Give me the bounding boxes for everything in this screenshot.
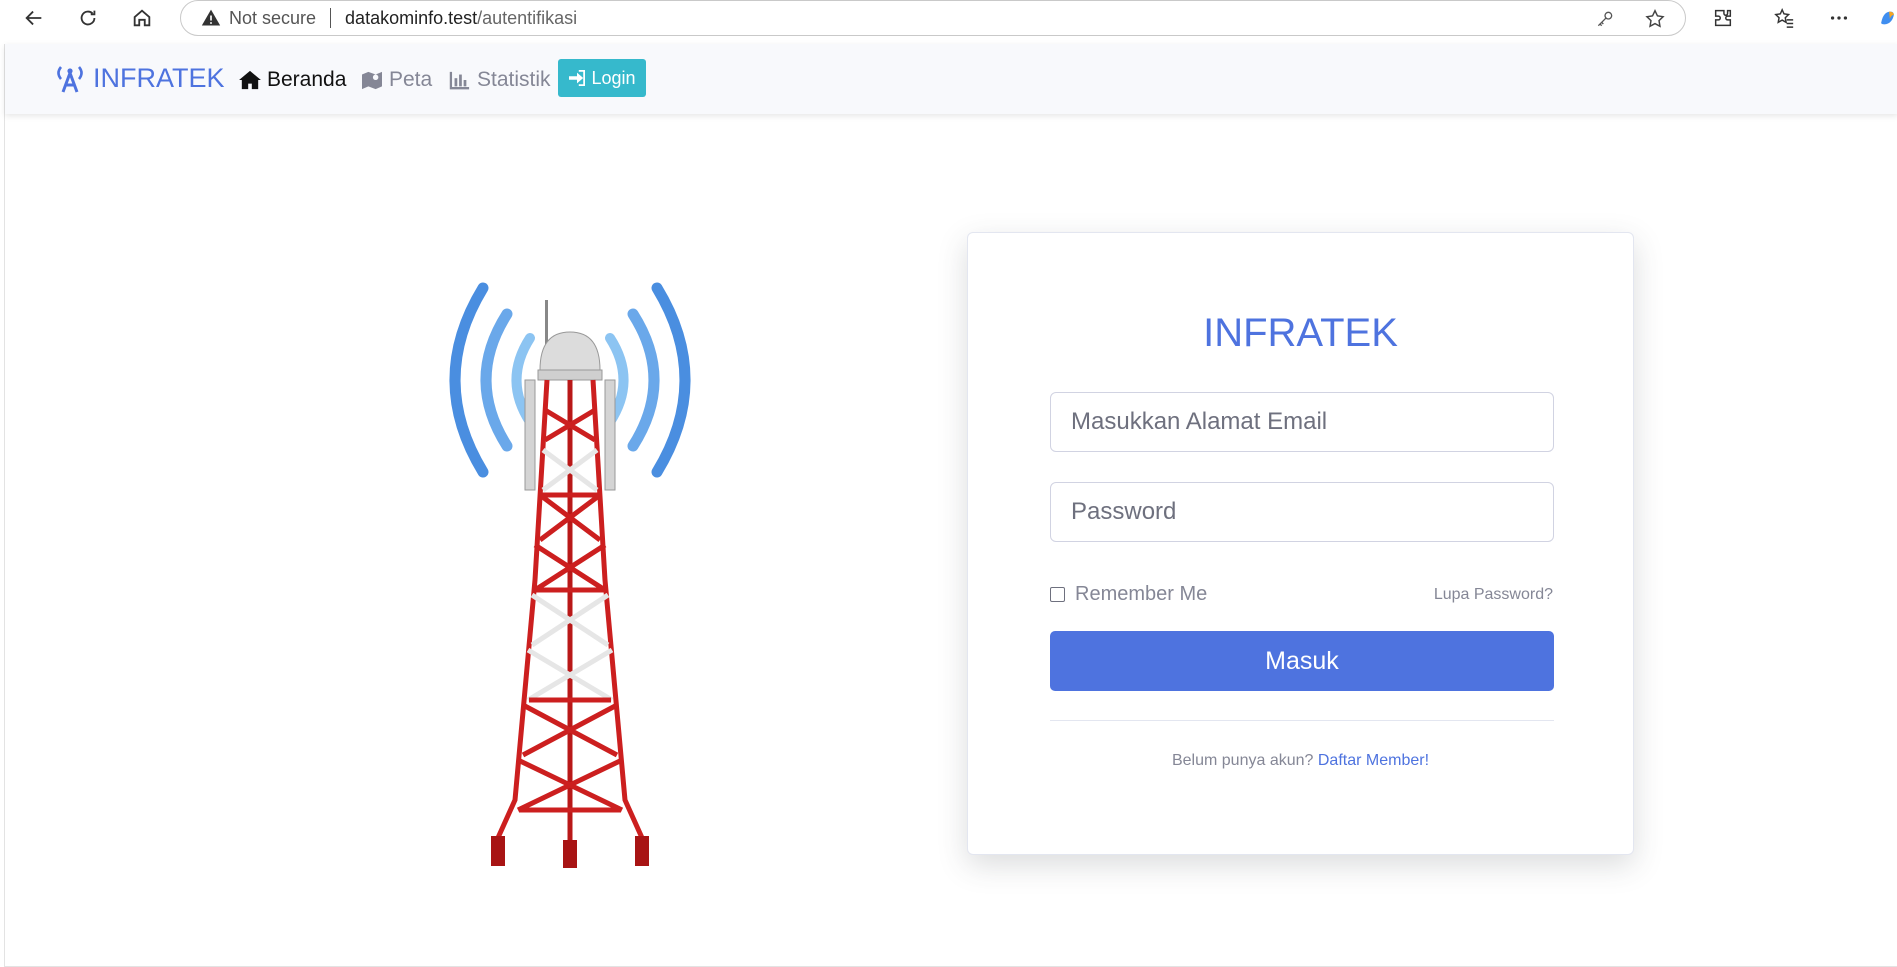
brand-name: INFRATEK: [93, 62, 225, 93]
nav-item-beranda[interactable]: Beranda: [239, 64, 346, 96]
register-link[interactable]: Daftar Member!: [1318, 752, 1429, 769]
forgot-password-link[interactable]: Lupa Password?: [1434, 586, 1553, 604]
submit-button[interactable]: Masuk: [1050, 631, 1554, 691]
login-button[interactable]: Login: [558, 59, 646, 97]
address-separator: [330, 8, 332, 28]
login-card: INFRATEK Remember Me Lupa Password? Masu…: [967, 232, 1634, 855]
page-content: INFRATEK Beranda Peta Statistik Login IN…: [4, 44, 1897, 967]
nav-item-label: Beranda: [267, 68, 347, 91]
brand-link[interactable]: INFRATEK: [53, 60, 225, 96]
reload-icon[interactable]: [74, 4, 102, 32]
home-icon: [239, 70, 261, 90]
chart-icon: [449, 71, 470, 90]
not-secure-label[interactable]: Not secure: [229, 8, 316, 29]
warning-icon: [201, 8, 221, 28]
browser-toolbar: Not secure datakominfo.test/autentifikas…: [0, 0, 1897, 36]
login-label: Login: [591, 67, 636, 88]
favorite-star-icon[interactable]: [1643, 7, 1667, 31]
url-path: /autentifikasi: [477, 7, 578, 28]
nav-item-statistik[interactable]: Statistik: [449, 64, 551, 96]
telecom-tower-illustration: [449, 282, 691, 868]
remember-me[interactable]: Remember Me: [1050, 583, 1207, 606]
register-prompt: Belum punya akun? Daftar Member!: [968, 752, 1633, 770]
map-icon: [362, 71, 382, 90]
more-menu-icon[interactable]: [1826, 5, 1852, 31]
favorites-icon[interactable]: [1771, 5, 1797, 31]
password-input[interactable]: [1050, 482, 1554, 542]
key-icon[interactable]: [1593, 7, 1617, 31]
email-input[interactable]: [1050, 392, 1554, 452]
nav-item-label: Statistik: [477, 68, 551, 91]
remember-label: Remember Me: [1075, 583, 1208, 605]
copilot-icon[interactable]: [1878, 5, 1897, 31]
nav-item-peta[interactable]: Peta: [361, 64, 432, 96]
remember-checkbox[interactable]: [1050, 587, 1065, 602]
register-question: Belum punya akun?: [1171, 752, 1314, 769]
nav-item-label: Peta: [389, 68, 433, 91]
sign-in-icon: [569, 70, 586, 86]
back-icon[interactable]: [20, 4, 48, 32]
address-bar[interactable]: Not secure datakominfo.test/autentifikas…: [180, 0, 1686, 36]
login-title: INFRATEK: [1203, 311, 1398, 355]
home-browser-icon[interactable]: [128, 4, 156, 32]
broadcast-tower-icon: [57, 66, 83, 93]
divider: [1050, 720, 1554, 721]
top-navbar: INFRATEK Beranda Peta Statistik Login: [5, 44, 1897, 114]
url-host: datakominfo.test: [345, 7, 478, 28]
extensions-icon[interactable]: [1710, 5, 1736, 31]
